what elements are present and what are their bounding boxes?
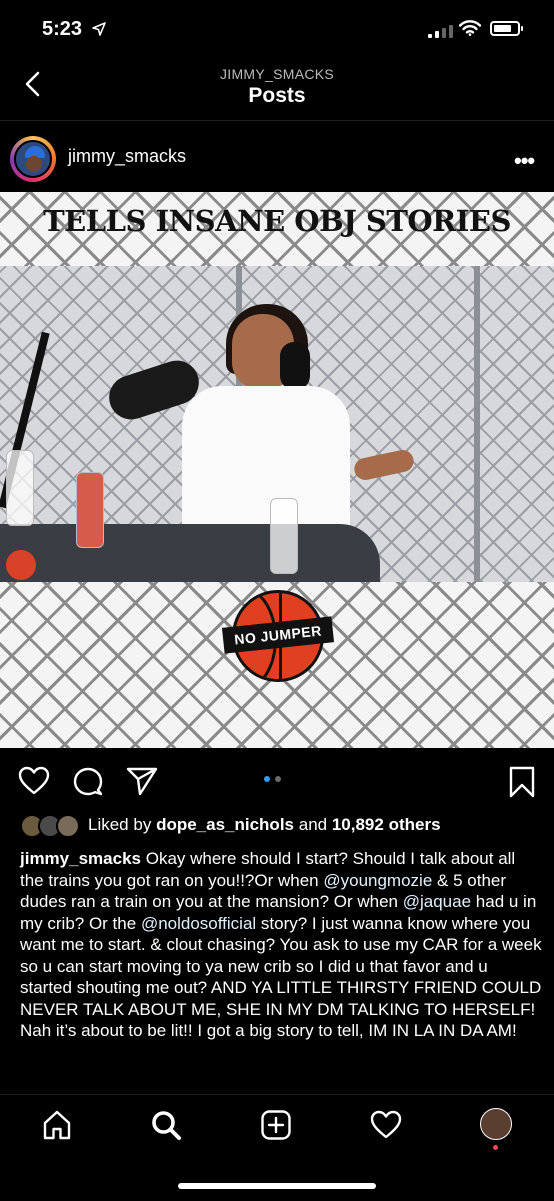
liked-by-avatars[interactable]: [20, 814, 80, 838]
location-arrow-icon: [92, 22, 106, 41]
caption-mention[interactable]: @jaquae: [403, 892, 471, 911]
header-divider: [0, 120, 554, 121]
bookmark-icon[interactable]: [508, 766, 536, 803]
comment-icon[interactable]: [72, 766, 104, 801]
carousel-dot-active: [264, 776, 270, 782]
caption-mention[interactable]: @youngmozie: [323, 871, 432, 890]
tab-home-icon[interactable]: [40, 1108, 74, 1142]
more-options-icon[interactable]: •••: [514, 148, 535, 174]
likes-prefix: Liked by: [88, 815, 152, 834]
share-paper-plane-icon[interactable]: [126, 766, 158, 801]
battery-icon: [490, 21, 523, 36]
no-jumper-small-logo-icon: [6, 550, 36, 580]
video-frame: [0, 266, 554, 582]
like-heart-icon[interactable]: [18, 766, 50, 801]
tab-new-post-icon[interactable]: [259, 1108, 293, 1142]
likes-connector: and: [298, 815, 328, 834]
page-title: Posts: [248, 84, 306, 107]
carousel-indicator: [264, 776, 281, 782]
tab-activity-heart-icon[interactable]: [369, 1108, 403, 1142]
tab-search-icon[interactable]: [149, 1108, 183, 1142]
cellular-signal-icon: [428, 24, 453, 38]
notification-dot: [493, 1145, 498, 1150]
caption-mention[interactable]: @noldosofficial: [141, 914, 256, 933]
wifi-icon: [458, 20, 482, 41]
post-media[interactable]: TELLS INSANE OBJ STORIES NO JUMPER: [0, 192, 554, 748]
caption-author[interactable]: jimmy_smacks: [20, 849, 141, 868]
tab-profile-avatar[interactable]: [480, 1108, 512, 1140]
status-time: 5:23: [42, 18, 83, 40]
post-username[interactable]: jimmy_smacks: [68, 146, 186, 167]
post-caption: jimmy_smacks Okay where should I start? …: [20, 848, 542, 1042]
liked-by-user[interactable]: dope_as_nichols: [156, 815, 294, 834]
avatar[interactable]: [14, 140, 52, 178]
media-overlay-title: TELLS INSANE OBJ STORIES: [43, 204, 511, 238]
carousel-dot: [275, 776, 281, 782]
likes-summary[interactable]: Liked by dope_as_nichols and 10,892 othe…: [88, 815, 441, 835]
header-account-name: JIMMY_SMACKS: [219, 66, 335, 82]
home-indicator[interactable]: [178, 1183, 376, 1189]
likes-count[interactable]: 10,892 others: [332, 815, 441, 834]
